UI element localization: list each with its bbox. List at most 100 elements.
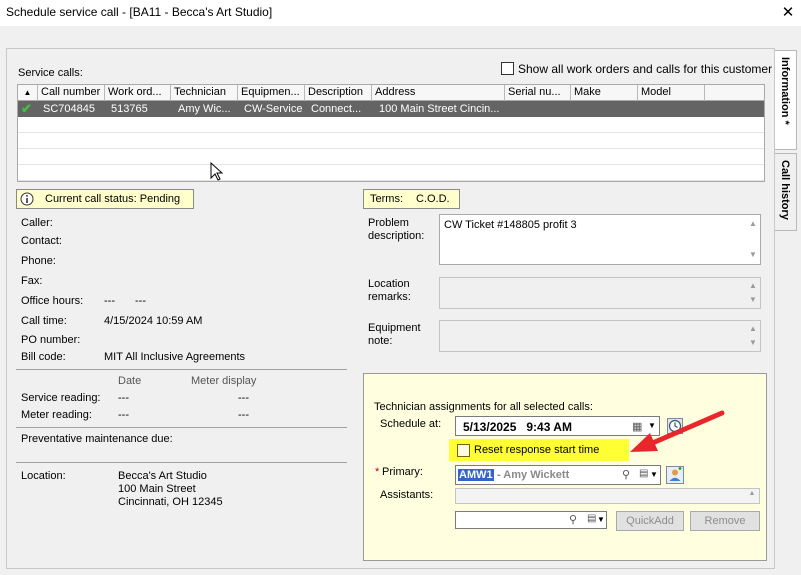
- location-remarks-field[interactable]: ▲ ▼: [439, 277, 761, 309]
- scroll-down-icon[interactable]: ▼: [748, 248, 758, 262]
- checkmark-icon: ✔: [21, 101, 32, 116]
- mouse-cursor-icon: [210, 162, 224, 181]
- service-reading-date: ---: [118, 392, 129, 404]
- column-header[interactable]: Serial nu...: [505, 85, 571, 101]
- tab-call-history-label: Call history: [779, 160, 791, 220]
- scroll-up-icon[interactable]: ▲: [748, 279, 758, 293]
- problem-description-value: CW Ticket #148805 profit 3: [444, 219, 577, 231]
- location-city: Cincinnati, OH 12345: [118, 496, 223, 508]
- column-header[interactable]: Make: [571, 85, 638, 101]
- show-all-label[interactable]: Show all work orders and calls for this …: [518, 62, 772, 76]
- reset-response-label[interactable]: Reset response start time: [474, 444, 599, 456]
- column-header[interactable]: Call number: [38, 85, 105, 101]
- primary-technician-field[interactable]: AMW1 - Amy Wickett ⚲ ▤ ▼: [455, 465, 661, 485]
- location-remarks-label: Location remarks:: [368, 278, 411, 303]
- quickadd-button[interactable]: QuickAdd: [616, 511, 684, 531]
- problem-description-field[interactable]: CW Ticket #148805 profit 3 ▲ ▼: [439, 214, 761, 265]
- service-calls-label: Service calls:: [18, 67, 83, 79]
- scroll-down-icon[interactable]: ▼: [748, 293, 758, 307]
- call-status-label: Current call status: Pending: [45, 193, 181, 205]
- assignments-heading: Technician assignments for all selected …: [374, 401, 593, 413]
- close-icon[interactable]: ✕: [780, 3, 796, 21]
- terms-label: Terms:: [370, 193, 403, 205]
- list-icon[interactable]: ▤: [639, 468, 648, 479]
- caller-label: Caller:: [21, 217, 53, 229]
- call-status-box: Current call status: Pending: [16, 189, 194, 209]
- equipment-note-field[interactable]: ▲ ▼: [439, 320, 761, 352]
- column-header[interactable]: Model: [638, 85, 705, 101]
- chevron-down-icon[interactable]: ▼: [597, 515, 605, 524]
- cell-call-number: SC704845: [43, 103, 95, 115]
- meter-reading-date: ---: [118, 409, 129, 421]
- meter-reading-display: ---: [238, 409, 249, 421]
- phone-label: Phone:: [21, 255, 56, 267]
- required-star: *: [375, 466, 380, 478]
- window-title: Schedule service call - [BA11 - Becca's …: [6, 5, 273, 19]
- tab-information[interactable]: Information *: [775, 50, 797, 150]
- scroll-up-icon[interactable]: ▲: [748, 217, 758, 231]
- column-header[interactable]: Description: [305, 85, 372, 101]
- problem-description-label: Problem description:: [368, 217, 425, 242]
- empty-row: [18, 117, 764, 133]
- tab-call-history[interactable]: Call history: [775, 153, 797, 231]
- primary-label: Primary:: [382, 466, 423, 478]
- chevron-down-icon[interactable]: ▼: [650, 470, 658, 479]
- grid-header: ▲ Call number Work ord... Technician Equ…: [18, 85, 764, 101]
- call-time-value: 4/15/2024 10:59 AM: [104, 315, 203, 327]
- table-row[interactable]: ✔ SC704845 513765 Amy Wic... CW-Service …: [18, 101, 764, 117]
- fax-label: Fax:: [21, 275, 43, 287]
- divider: [16, 369, 347, 370]
- terms-value: C.O.D.: [416, 193, 450, 205]
- sort-indicator-icon[interactable]: ▲: [18, 85, 38, 101]
- add-user-icon[interactable]: [666, 466, 684, 484]
- bill-code-label: Bill code:: [21, 351, 66, 363]
- cell-description: Connect...: [311, 103, 362, 115]
- empty-row: [18, 165, 764, 181]
- red-arrow-annotation: [630, 410, 725, 452]
- column-header[interactable]: Address: [372, 85, 505, 101]
- service-reading-label: Service reading:: [21, 392, 101, 404]
- tab-information-label: Information *: [779, 57, 791, 125]
- contact-label: Contact:: [21, 235, 62, 247]
- office-hours-label: Office hours:: [21, 295, 84, 307]
- schedule-at-label: Schedule at:: [380, 418, 442, 430]
- equipment-note-label: Equipment note:: [368, 322, 421, 347]
- bill-code-value: MIT All Inclusive Agreements: [104, 351, 246, 363]
- divider: [16, 462, 347, 463]
- list-icon[interactable]: ▤: [587, 513, 596, 524]
- reset-response-checkbox[interactable]: [457, 444, 470, 457]
- column-header[interactable]: Equipmen...: [238, 85, 305, 101]
- remove-button[interactable]: Remove: [690, 511, 760, 531]
- primary-name: - Amy Wickett: [497, 469, 570, 481]
- call-time-label: Call time:: [21, 315, 67, 327]
- pm-due-label: Preventative maintenance due:: [21, 433, 173, 445]
- schedule-datetime-value: 5/13/2025 9:43 AM: [463, 420, 572, 434]
- divider: [16, 427, 347, 428]
- location-label: Location:: [21, 470, 66, 482]
- po-number-label: PO number:: [21, 334, 81, 346]
- service-reading-display: ---: [238, 392, 249, 404]
- search-icon[interactable]: ⚲: [622, 468, 630, 481]
- cell-work-order: 513765: [111, 103, 148, 115]
- office-hours-to: ---: [135, 295, 146, 307]
- search-icon[interactable]: ⚲: [569, 513, 577, 526]
- show-all-checkbox[interactable]: [501, 62, 514, 75]
- service-calls-grid[interactable]: ▲ Call number Work ord... Technician Equ…: [17, 84, 765, 182]
- cell-equipment: CW-Service: [244, 103, 303, 115]
- empty-row: [18, 133, 764, 149]
- assistant-lookup-field[interactable]: ⚲ ▤ ▼: [455, 511, 607, 529]
- meter-reading-label: Meter reading:: [21, 409, 92, 421]
- scroll-up-icon[interactable]: ▲: [747, 487, 757, 501]
- column-header[interactable]: Work ord...: [105, 85, 171, 101]
- office-hours-from: ---: [104, 295, 115, 307]
- info-icon: [20, 192, 34, 206]
- assistants-list[interactable]: ▲: [455, 488, 760, 504]
- scroll-up-icon[interactable]: ▲: [748, 322, 758, 336]
- column-header[interactable]: Technician: [171, 85, 238, 101]
- location-name: Becca's Art Studio: [118, 470, 207, 482]
- terms-box: Terms: C.O.D.: [363, 189, 460, 209]
- assistants-label: Assistants:: [380, 489, 434, 501]
- meter-display-header: Meter display: [191, 375, 257, 387]
- scroll-down-icon[interactable]: ▼: [748, 336, 758, 350]
- empty-row: [18, 149, 764, 165]
